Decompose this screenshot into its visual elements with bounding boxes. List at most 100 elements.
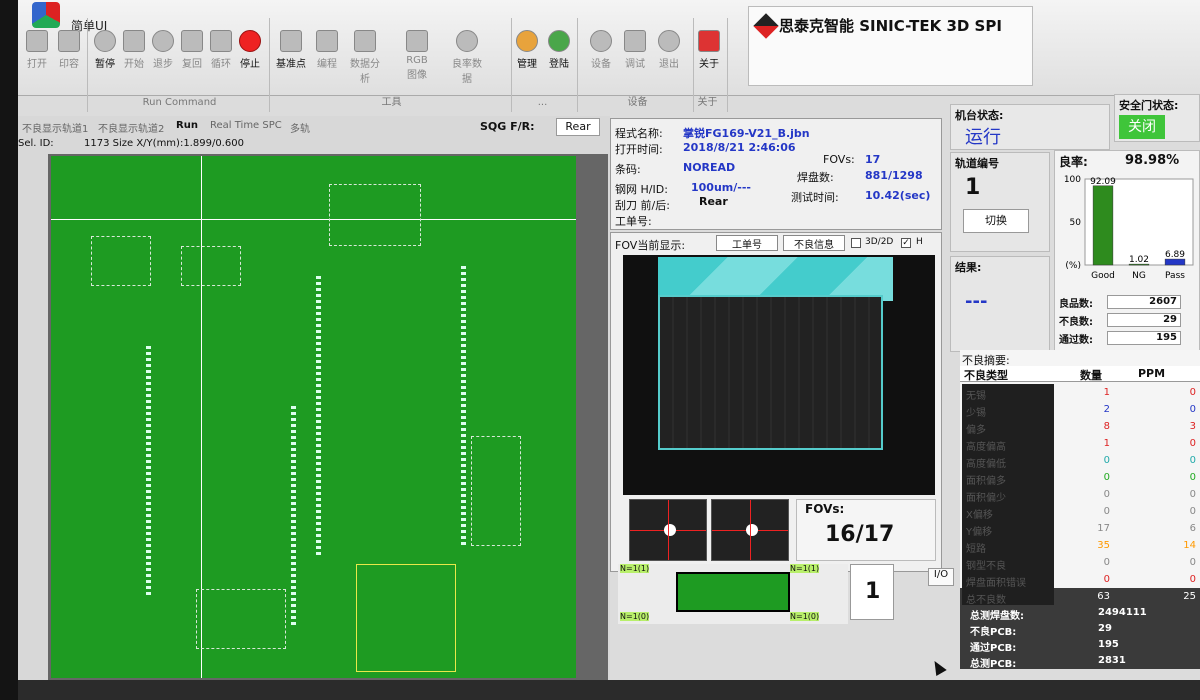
crosshair-left-image xyxy=(629,499,707,561)
table-row: 面积偏少 0 0 xyxy=(960,486,1200,504)
io-button[interactable]: I/O xyxy=(928,568,954,586)
stencil-value: 100um/--- xyxy=(691,181,751,194)
pause-button[interactable]: 暂停 xyxy=(90,30,120,70)
open-button[interactable]: 打开 xyxy=(22,30,52,70)
about-icon xyxy=(698,30,720,52)
monitor-bezel xyxy=(0,0,18,700)
chart-value-label: 6.89 xyxy=(1165,250,1185,260)
defect-total-row: 总测焊盘数: 2494111 xyxy=(960,605,1200,622)
defect-total-row: 不良PCB: 29 xyxy=(960,621,1200,638)
switch-track-button[interactable]: 切换 xyxy=(963,209,1029,233)
defect-total-label: 总测焊盘数: xyxy=(970,611,1024,622)
mode-3d2d-checkbox[interactable] xyxy=(851,238,861,248)
program-button[interactable]: 编程 xyxy=(312,30,342,70)
defect-type: 面积偏多 xyxy=(962,469,1054,487)
defect-info-button[interactable]: 不良信息 xyxy=(783,235,845,251)
toolbar-group-device: 设备 调试 退出 设备 xyxy=(582,18,694,112)
device-button[interactable]: 设备 xyxy=(586,30,616,70)
about-button[interactable]: 关于 xyxy=(694,30,724,70)
rgb-image-button[interactable]: RGB图像 xyxy=(402,30,432,81)
tab-defect-track1[interactable]: 不良显示轨道1 xyxy=(22,120,88,135)
defect-count: 35 xyxy=(1097,540,1110,551)
defect-count: 0 xyxy=(1103,455,1110,466)
defect-ppm: 14 xyxy=(1183,540,1196,551)
defect-type: 无锡 xyxy=(962,384,1054,402)
sel-id-value: 1173 Size X/Y(mm):1.899/0.600 xyxy=(84,138,244,149)
pcb-image[interactable] xyxy=(51,156,576,678)
pads-label: 焊盘数: xyxy=(797,171,834,184)
n-bottom-left: N=1(0) xyxy=(620,612,650,621)
fov-image[interactable] xyxy=(623,255,935,495)
squeegee-value: Rear xyxy=(699,195,728,208)
play-icon xyxy=(123,30,145,52)
defect-count: 0 xyxy=(1103,472,1110,483)
data-analysis-button[interactable]: 数据分析 xyxy=(350,30,380,85)
defect-count: 0 xyxy=(1103,557,1110,568)
chart-bar-good xyxy=(1092,185,1114,266)
folder-icon xyxy=(26,30,48,52)
toolbar-group-about: 关于 关于 xyxy=(688,18,728,112)
mode-3d2d-label: 3D/2D xyxy=(865,237,894,247)
arrow-left-icon xyxy=(152,30,174,52)
fov-counter-box: FOVs: 16/17 xyxy=(796,499,936,561)
ng-count-label: 不良数: xyxy=(1059,317,1093,328)
result-panel: 结果: --- xyxy=(950,256,1050,352)
stop-icon xyxy=(239,30,261,52)
tab-run[interactable]: Run xyxy=(176,120,198,131)
pcb-pad-column xyxy=(316,276,321,556)
toolbar-group-file: 打开 印容 xyxy=(18,18,88,112)
pcb-selected-component xyxy=(356,564,456,672)
defect-ppm: 0 xyxy=(1189,557,1196,568)
manage-button[interactable]: 管理 xyxy=(512,30,542,70)
yield-data-button[interactable]: 良率数据 xyxy=(452,30,482,85)
defect-total-row: 通过PCB: 195 xyxy=(960,637,1200,654)
h-checkbox[interactable]: ✓ xyxy=(901,238,911,248)
defect-header-type: 不良类型 xyxy=(964,369,1008,382)
defect-count: 2 xyxy=(1103,404,1110,415)
program-name-label: 程式名称: xyxy=(615,127,663,140)
defect-total-value: 195 xyxy=(1098,639,1119,650)
table-row: X偏移 0 0 xyxy=(960,503,1200,521)
n-top-right: N=1(1) xyxy=(790,564,820,573)
tab-defect-track2[interactable]: 不良显示轨道2 xyxy=(98,120,164,135)
program-info-panel: 程式名称: 掌锐FG169-V21_B.jbn 打开时间: 2018/8/21 … xyxy=(610,118,942,230)
debug-button[interactable]: 调试 xyxy=(620,30,650,70)
yield-label: 良率: xyxy=(1059,155,1088,169)
toolbar-group-run: 暂停 开始 退步 复回 循环 停止 Run Command xyxy=(90,18,270,112)
door-status-panel: 安全门状态: 关闭 xyxy=(1114,94,1200,142)
tab-realtime-spc[interactable]: Real Time SPC xyxy=(210,120,282,131)
good-count-value: 2607 xyxy=(1107,295,1181,309)
print-button[interactable]: 印容 xyxy=(54,30,84,70)
undo-icon xyxy=(181,30,203,52)
user-icon xyxy=(548,30,570,52)
fov-counter-label: FOVs: xyxy=(805,502,845,516)
defect-type: X偏移 xyxy=(962,503,1054,521)
reset-button[interactable]: 复回 xyxy=(177,30,207,70)
taskbar xyxy=(18,680,1200,700)
exit-button[interactable]: 退出 xyxy=(654,30,684,70)
defect-summary-panel: 不良摘要: 不良类型 数量 PPM 无锡 1 0 少锡 2 0 偏多 8 3 高度偏高 1 0 高度偏低… xyxy=(960,350,1200,670)
program-icon xyxy=(316,30,338,52)
table-row: 高度偏低 0 0 xyxy=(960,452,1200,470)
track-panel: 轨道编号 1 切换 xyxy=(950,152,1050,252)
loop-button[interactable]: 循环 xyxy=(206,30,236,70)
users-icon xyxy=(516,30,538,52)
defect-count: 8 xyxy=(1103,421,1110,432)
stop-button[interactable]: 停止 xyxy=(235,30,265,70)
y-tick-label: 100 xyxy=(1064,175,1081,185)
track-board xyxy=(676,572,790,612)
fiducial-button[interactable]: 基准点 xyxy=(276,30,306,70)
start-button[interactable]: 开始 xyxy=(119,30,149,70)
defect-header-ppm: PPM xyxy=(1138,367,1166,380)
door-status-label: 安全门状态: xyxy=(1119,99,1179,112)
fiducial-icon xyxy=(746,524,758,536)
tab-multi-track[interactable]: 多轨 xyxy=(290,120,310,135)
work-order-button[interactable]: 工单号 xyxy=(716,235,778,251)
sqg-rear-button[interactable]: Rear xyxy=(556,118,600,136)
table-row: 短路 35 14 xyxy=(960,537,1200,555)
login-button[interactable]: 登陆 xyxy=(544,30,574,70)
defect-ppm: 0 xyxy=(1189,506,1196,517)
n-top-left: N=1(1) xyxy=(620,564,650,573)
step-back-button[interactable]: 退步 xyxy=(148,30,178,70)
stencil-label: 钢网 H/ID: xyxy=(615,183,668,196)
